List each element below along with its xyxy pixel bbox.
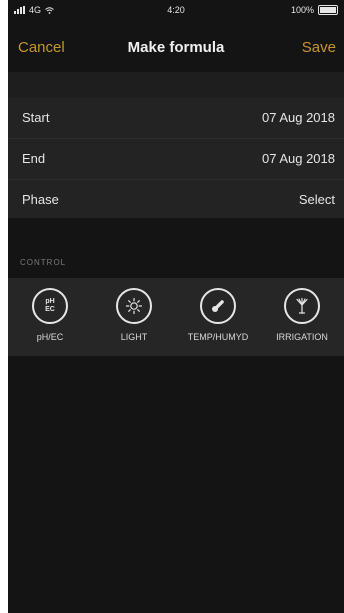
ph-ec-label: pH/EC xyxy=(36,332,64,342)
status-right: 100% xyxy=(291,5,338,15)
start-date-value: 07 Aug 2018 xyxy=(261,110,335,125)
status-bar: 4G 4:20 100% xyxy=(8,0,344,22)
battery-percent: 100% xyxy=(290,5,314,15)
control-temp-humidity[interactable]: TEMP/HUMYD xyxy=(176,278,260,356)
ph-icon-text: pH xyxy=(45,298,55,305)
control-irrigation[interactable]: IRRIGATION xyxy=(260,278,344,356)
light-label: LIGHT xyxy=(120,332,148,342)
navigation-bar: Cancel Make formula Save xyxy=(8,22,344,72)
start-label: Start xyxy=(22,110,50,125)
page-title: Make formula xyxy=(127,39,225,56)
phase-select-value: Select xyxy=(298,192,335,207)
app-screen: 4G 4:20 100% Cancel Make formula Save St… xyxy=(8,0,344,613)
end-date-value: 07 Aug 2018 xyxy=(261,151,335,166)
section-spacer xyxy=(8,72,344,98)
sprinkler-icon xyxy=(284,288,320,324)
start-date-row[interactable]: Start 07 Aug 2018 xyxy=(8,98,344,139)
end-date-row[interactable]: End 07 Aug 2018 xyxy=(8,139,344,180)
control-ph-ec[interactable]: pH EC pH/EC xyxy=(8,278,92,356)
ec-icon-text: EC xyxy=(45,306,55,313)
irrigation-label: IRRIGATION xyxy=(276,332,328,342)
control-options: pH EC pH/EC LIGHT TEMP/HUMYD IRRIGATION xyxy=(8,278,344,356)
formula-form: Start 07 Aug 2018 End 07 Aug 2018 Phase … xyxy=(8,98,344,218)
control-light[interactable]: LIGHT xyxy=(92,278,176,356)
save-button[interactable]: Save xyxy=(302,39,336,56)
phase-row[interactable]: Phase Select xyxy=(8,180,344,220)
end-label: End xyxy=(22,151,46,166)
ph-ec-icon: pH EC xyxy=(32,288,68,324)
battery-icon xyxy=(318,5,338,15)
sun-icon xyxy=(116,288,152,324)
temp-humidity-label: TEMP/HUMYD xyxy=(187,332,249,342)
phase-label: Phase xyxy=(22,192,59,207)
thermometer-icon xyxy=(200,288,236,324)
control-section-header: CONTROL xyxy=(20,258,67,267)
